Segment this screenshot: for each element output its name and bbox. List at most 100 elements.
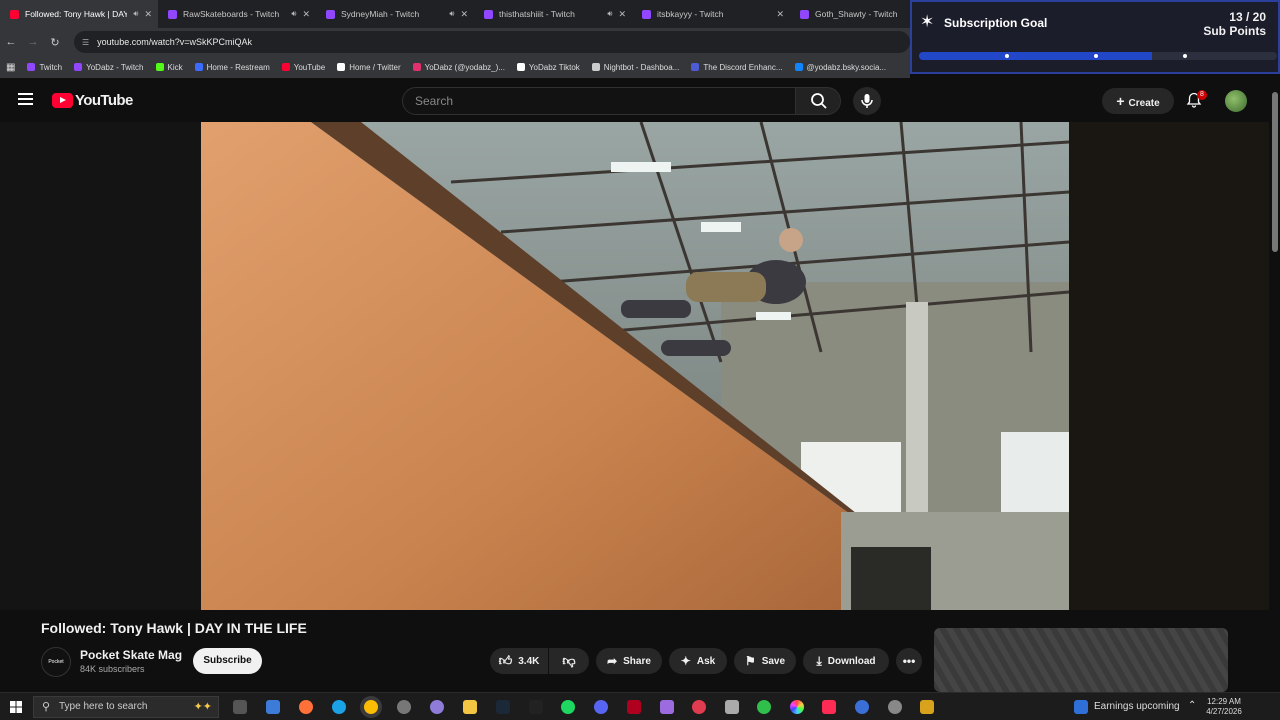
like-count: 3.4K [518,655,540,667]
spotify-icon[interactable] [561,700,575,714]
clock-date: 4/27/2026 [1206,707,1242,716]
scrollbar-thumb[interactable] [1272,92,1278,252]
sparkle-icon: ✦ [680,654,691,668]
bookmark-label: YoDabz - Twitch [86,62,144,72]
save-button[interactable]: ⚑ Save [734,648,796,674]
app-icon[interactable] [920,700,934,714]
bookmark-item[interactable]: Home / Twitter [337,63,401,72]
chrome-icon[interactable] [364,700,378,714]
search-button[interactable] [795,87,841,115]
app-icon[interactable] [627,700,641,714]
bookmark-item[interactable]: YouTube [281,63,325,72]
goal-marker [1005,54,1009,58]
steam-icon[interactable] [496,700,510,714]
obs-icon[interactable] [397,700,411,714]
search-input[interactable]: Search [402,87,796,115]
bookmark-favicon-icon [194,63,203,71]
news-widget-icon[interactable] [1074,700,1088,714]
youtube-play-icon [52,93,73,108]
close-icon[interactable]: ✕ [302,9,310,20]
bookmark-item[interactable]: Kick [155,62,183,72]
reload-icon[interactable]: ↻ [44,36,66,49]
search-icon [811,93,827,109]
speaker-icon[interactable]: 🔊︎ [291,9,296,19]
bookmark-item[interactable]: @yodabz.bsky.socia... [794,63,886,72]
app-icon[interactable] [692,700,706,714]
bookmark-favicon-icon [691,63,700,71]
speaker-icon[interactable]: 🔊︎ [607,9,612,19]
app-icon[interactable] [430,700,444,714]
system-clock[interactable]: 12:29 AM 4/27/2026 [1196,697,1252,717]
bookmark-item[interactable]: Twitch [27,63,62,72]
news-widget-text[interactable]: Earnings upcoming [1094,701,1180,712]
dislike-button[interactable]: 👎︎ [549,648,589,674]
bookmark-item[interactable]: YoDabz (@yodabz_)... [412,63,505,72]
windows-start-icon[interactable] [10,701,22,713]
apps-icon[interactable]: ▦ [6,62,15,73]
bookmark-label: Home - Restream [206,62,270,72]
url-field[interactable]: ☰ youtube.com/watch?v=wSkKPCmiQAk [74,31,910,53]
taskbar-search-input[interactable]: ⚲ Type here to search ✦✦ [33,696,219,718]
goal-marker [1183,54,1187,58]
site-info-icon[interactable]: ☰ [82,38,89,47]
youtube-logo[interactable]: YouTube [52,92,133,109]
menu-icon[interactable] [18,93,33,105]
account-avatar[interactable] [1225,90,1247,112]
subscribe-button[interactable]: Subscribe [193,648,262,674]
bookmark-item[interactable]: YoDabz - Twitch [74,62,144,72]
channel-name[interactable]: Pocket Skate Mag [80,648,182,662]
video-frame [201,122,1069,610]
speaker-icon[interactable]: 🔊︎ [133,9,138,19]
app-icon[interactable] [855,700,869,714]
goal-count-value: 13 / 20 [1229,10,1266,24]
firefox-icon[interactable] [299,700,313,714]
edge-icon[interactable] [332,700,346,714]
browser-tab[interactable]: RawSkateboards - Twitch 🔊︎ ✕ [158,0,316,28]
bookmark-item[interactable]: Nightbot - Dashboa... [591,63,679,72]
bookmark-item[interactable]: Home - Restream [194,62,270,72]
channel-avatar[interactable]: Pocket [41,647,71,677]
settings-icon[interactable] [888,700,902,714]
download-button[interactable]: ⤓ Download [803,648,889,674]
discord-icon[interactable] [594,700,608,714]
video-title: Followed: Tony Hawk | DAY IN THE LIFE [41,620,307,636]
copilot-icon[interactable] [266,700,280,714]
browser-tab[interactable]: Followed: Tony Hawk | DAY 🔊︎ ✕ [0,0,158,28]
like-button[interactable]: 👍︎ 3.4K [490,648,548,674]
bookmark-favicon-icon [155,63,164,71]
close-icon[interactable]: ✕ [618,9,626,20]
tiktok-icon[interactable] [822,700,836,714]
video-player[interactable] [201,122,1069,610]
share-button[interactable]: ➦ Share [596,648,662,674]
ask-button[interactable]: ✦ Ask [669,648,727,674]
recommendation-thumbnail[interactable] [934,628,1228,692]
create-button[interactable]: + Create [1102,88,1174,114]
more-icon: ••• [902,654,916,668]
browser-tab[interactable]: itsbkayyy - Twitch ✕ [632,0,790,28]
app-icon[interactable] [790,700,804,714]
voice-search-button[interactable] [853,87,881,115]
close-icon[interactable]: ✕ [776,9,784,20]
more-actions-button[interactable]: ••• [896,648,922,674]
taskbar: ⚲ Type here to search ✦✦ Earnings upcomi… [0,692,1280,720]
search-highlight-icon: ✦✦ [193,701,212,713]
bookmark-item[interactable]: The Discord Enhanc... [691,63,783,72]
tab-favicon-icon [800,9,809,19]
forward-icon[interactable]: → [22,36,44,48]
app-icon[interactable] [660,700,674,714]
epic-games-icon[interactable] [529,700,543,714]
task-view-icon[interactable] [233,700,247,714]
close-icon[interactable]: ✕ [460,9,468,20]
download-label: Download [827,655,876,667]
app-icon[interactable] [757,700,771,714]
back-icon[interactable]: ← [0,36,22,48]
bookmark-item[interactable]: YoDabz Tiktok [516,63,580,72]
page-scrollbar[interactable] [1269,78,1280,692]
browser-tab[interactable]: thisthatshiiit - Twitch 🔊︎ ✕ [474,0,632,28]
file-explorer-icon[interactable] [463,700,477,714]
app-icon[interactable] [725,700,739,714]
browser-tab[interactable]: SydneyMiah - Twitch 🔊︎ ✕ [316,0,474,28]
bookmark-label: Kick [167,62,183,72]
close-icon[interactable]: ✕ [144,9,152,20]
speaker-icon[interactable]: 🔊︎ [449,9,454,19]
